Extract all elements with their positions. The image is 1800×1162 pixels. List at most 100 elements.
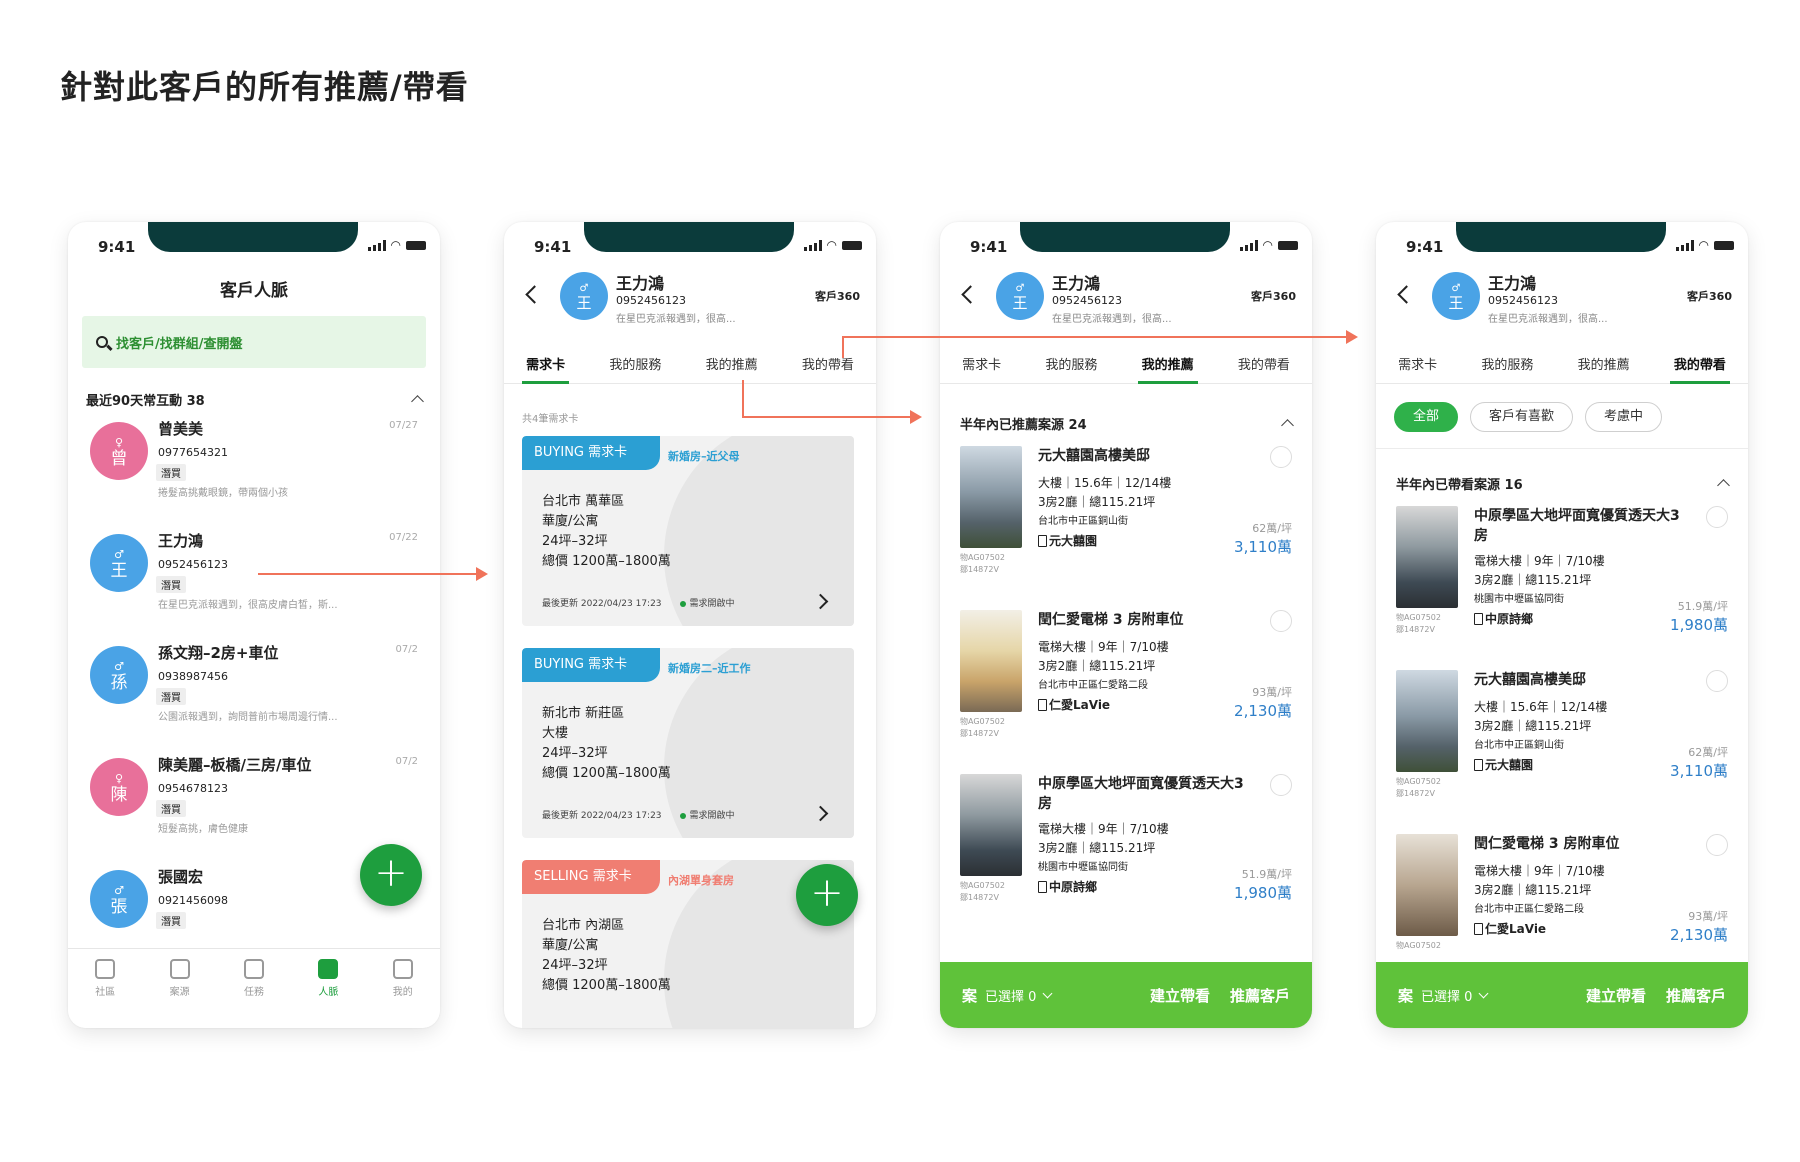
property-title: 元大囍園高樓美邸 — [1038, 448, 1150, 464]
property-photo — [1396, 506, 1458, 608]
property-list-item[interactable]: 物AG07502 鄒14872V 元大囍園高樓美邸 大樓｜15.6年｜12/14樓 3房… — [960, 446, 1292, 596]
contact-list-item[interactable]: ♂ 孫孫文翔–2房+車位 0938987456 潛買 公園派報遇到，詢問普前市場周邊行情… — [90, 642, 418, 742]
recommend-client-button[interactable]: 推薦客戶 — [1666, 985, 1726, 1006]
contact-list-item[interactable]: ♀ 曾曾美美 0977654321 潛買 捲髮高挑戴眼鏡，帶兩個小孩 07/27 — [90, 418, 418, 518]
chip-considering[interactable]: 考慮中 — [1585, 402, 1663, 432]
community-name: 元大囍園 — [1038, 532, 1097, 549]
collapse-icon[interactable] — [1281, 419, 1294, 432]
select-radio[interactable] — [1270, 610, 1292, 632]
search-icon — [96, 336, 108, 348]
client-360-link[interactable]: 客戶360 — [1687, 288, 1732, 304]
contact-phone: 0921456098 — [158, 894, 228, 907]
property-rooms-area: 3房2廳｜總115.21坪 — [1474, 883, 1592, 897]
tab-tasks[interactable]: 任務 — [229, 959, 279, 1028]
add-card-button[interactable]: + — [796, 864, 858, 926]
tab-my-services[interactable]: 我的服務 — [1041, 354, 1101, 383]
chip-liked[interactable]: 客戶有喜歡 — [1470, 402, 1574, 432]
selection-dropdown[interactable]: 案 已選擇 0 — [962, 985, 1053, 1006]
unit-price: 62萬/坪 — [1688, 746, 1728, 759]
property-photo — [960, 446, 1022, 548]
collapse-icon[interactable] — [411, 395, 424, 408]
building-icon — [1474, 922, 1483, 935]
tab-my-services[interactable]: 我的服務 — [1477, 354, 1537, 383]
property-list-item[interactable]: 物AG07502 鄒14872V 中原學區大地坪面寬優質透天大3房 電梯大樓｜9年｜7… — [1396, 506, 1728, 656]
property-ids: 物AG07502 鄒14872V — [960, 880, 1005, 904]
demand-detail-line: 總價 1200萬–1800萬 — [542, 554, 671, 569]
tab-contacts[interactable]: 人脈 — [303, 959, 353, 1028]
create-viewing-button[interactable]: 建立帶看 — [1150, 985, 1210, 1006]
create-viewing-button[interactable]: 建立帶看 — [1586, 985, 1646, 1006]
select-radio[interactable] — [1706, 834, 1728, 856]
total-price: 3,110萬 — [1670, 762, 1728, 780]
select-radio[interactable] — [1270, 774, 1292, 796]
selection-dropdown[interactable]: 案 已選擇 0 — [1398, 985, 1489, 1006]
property-details: 大樓｜15.6年｜12/14樓 3房2廳｜總115.21坪 台北市中正區銅山街 — [1474, 698, 1607, 755]
listing-id: 鄒14872V — [960, 893, 999, 902]
recent-section-header[interactable]: 最近90天常互動 38 — [86, 390, 424, 409]
avatar-initial: 陳 — [110, 785, 128, 805]
total-price: 2,130萬 — [1234, 702, 1292, 720]
property-id: 物AG07502 — [960, 553, 1005, 562]
tab-my-recommendations[interactable]: 我的推薦 — [702, 354, 762, 383]
recommend-client-button[interactable]: 推薦客戶 — [1230, 985, 1290, 1006]
client-360-link[interactable]: 客戶360 — [815, 288, 860, 304]
viewed-section-header[interactable]: 半年內已帶看案源 16 — [1396, 474, 1730, 493]
property-rooms-area: 3房2廳｜總115.21坪 — [1038, 659, 1156, 673]
selection-bar: 案 已選擇 0 建立帶看 推薦客戶 — [940, 962, 1312, 1028]
demand-detail-line: 總價 1200萬–1800萬 — [542, 978, 671, 993]
contact-tag: 潛買 — [156, 576, 186, 593]
demand-status: 需求開啟中 — [679, 808, 735, 821]
tab-mine[interactable]: 我的 — [378, 959, 428, 1028]
tab-demand-cards[interactable]: 需求卡 — [1394, 354, 1441, 383]
unit-price: 51.9萬/坪 — [1677, 600, 1728, 613]
community-icon — [95, 959, 116, 979]
client-360-link[interactable]: 客戶360 — [1251, 288, 1296, 304]
unit-price: 93萬/坪 — [1252, 686, 1292, 699]
phone-notch — [1456, 222, 1666, 252]
property-id: 物AG07502 — [960, 881, 1005, 890]
property-list-item[interactable]: 物AG07502 鄒14872V 閏仁愛電梯 3 房附車位 電梯大樓｜9年｜7/10樓… — [960, 610, 1292, 760]
tab-listings[interactable]: 案源 — [155, 959, 205, 1028]
demand-card[interactable]: BUYING 需求卡 新婚房二–近工作 新北市 新莊區 大樓 24坪–32坪 總價 120… — [522, 648, 854, 838]
demand-card-details: 台北市 內湖區 華廈/公寓 24坪–32坪 總價 1200萬–1800萬 — [542, 916, 671, 996]
tab-my-viewings[interactable]: 我的帶看 — [798, 354, 858, 383]
contact-phone: 0954678123 — [158, 782, 228, 795]
contact-list-item[interactable]: ♂ 王王力鴻 0952456123 潛買 在星巴克派報遇到，很高皮膚白皙，斯... 07/… — [90, 530, 418, 630]
client-name: 王力鴻 — [1052, 274, 1101, 293]
total-price: 3,110萬 — [1234, 538, 1292, 556]
chip-all[interactable]: 全部 — [1394, 402, 1459, 432]
property-photo — [960, 610, 1022, 712]
demand-detail-line: 大樓 — [542, 726, 569, 741]
avatar-initial: 張 — [110, 897, 128, 917]
demand-detail-line: 總價 1200萬–1800萬 — [542, 766, 671, 781]
last-updated: 最後更新 2022/04/23 17:23 — [542, 599, 662, 609]
back-icon[interactable] — [961, 285, 980, 304]
tab-demand-cards[interactable]: 需求卡 — [522, 354, 570, 384]
card-count: 共4筆需求卡 — [522, 414, 579, 425]
tab-my-viewings[interactable]: 我的帶看 — [1234, 354, 1294, 383]
collapse-icon[interactable] — [1717, 479, 1730, 492]
contact-list-item[interactable]: ♀ 陳陳美麗–板橋/三房/車位 0954678123 潛買 短髮高挑，膚色健康 07/2 — [90, 754, 418, 854]
search-input[interactable]: 找客戶/找群組/查開盤 — [82, 316, 426, 368]
tab-my-services[interactable]: 我的服務 — [605, 354, 665, 383]
tab-community[interactable]: 社區 — [80, 959, 130, 1028]
contact-name: 陳美麗–板橋/三房/車位 — [158, 756, 312, 774]
property-list-item[interactable]: 物AG07502 鄒14872V 中原學區大地坪面寬優質透天大3房 電梯大樓｜9年｜7… — [960, 774, 1292, 924]
tab-my-recommendations[interactable]: 我的推薦 — [1574, 354, 1634, 383]
demand-card[interactable]: BUYING 需求卡 新婚房–近父母 台北市 萬華區 華廈/公寓 24坪–32坪 總價 1… — [522, 436, 854, 626]
tab-my-viewings[interactable]: 我的帶看 — [1669, 354, 1730, 384]
tab-demand-cards[interactable]: 需求卡 — [958, 354, 1005, 383]
select-radio[interactable] — [1270, 446, 1292, 468]
property-list-item[interactable]: 物AG07502 鄒14872V 元大囍園高樓美邸 大樓｜15.6年｜12/14樓 3房… — [1396, 670, 1728, 820]
recommended-section-header[interactable]: 半年內已推薦案源 24 — [960, 414, 1294, 433]
signal-icon — [1675, 240, 1694, 251]
select-radio[interactable] — [1706, 670, 1728, 692]
tab-my-recommendations[interactable]: 我的推薦 — [1137, 354, 1198, 384]
add-button[interactable]: + — [360, 844, 422, 906]
back-icon[interactable] — [1397, 285, 1416, 304]
property-address: 台北市中正區仁愛路二段 — [1474, 904, 1584, 915]
property-ids: 物AG07502 鄒14872V — [960, 552, 1005, 576]
signal-icon — [367, 240, 386, 251]
select-radio[interactable] — [1706, 506, 1728, 528]
back-icon[interactable] — [525, 285, 544, 304]
